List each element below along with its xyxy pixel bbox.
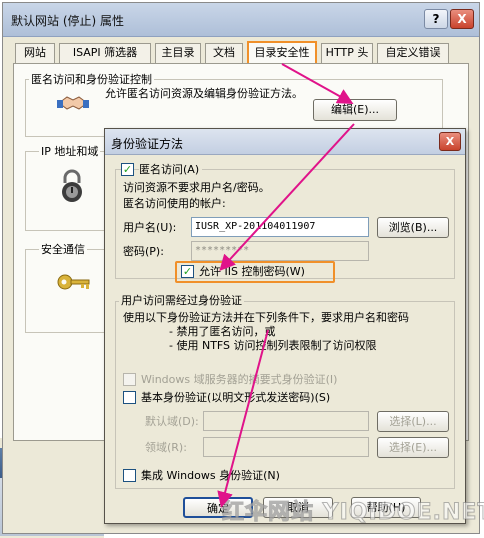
auth-description-line2: - 禁用了匿名访问，或: [169, 325, 276, 338]
password-input[interactable]: *********: [191, 241, 369, 261]
digest-auth-label: Windows 域服务器的摘要式身份验证(I): [141, 373, 338, 386]
browse-button[interactable]: 浏览(B)...: [377, 217, 449, 238]
tab-directory-security[interactable]: 目录安全性: [247, 41, 317, 65]
username-label: 用户名(U):: [123, 221, 177, 234]
properties-titlebar: 默认网站 (停止) 属性 ? X: [3, 3, 479, 37]
default-domain-label: 默认域(D):: [145, 415, 199, 428]
realm-label: 领域(R):: [145, 441, 187, 454]
auth-dialog-titlebar: 身份验证方法 X: [105, 129, 465, 155]
account-label: 匿名访问使用的帐户:: [123, 197, 226, 210]
tab-website[interactable]: 网站: [15, 43, 55, 63]
tab-http-headers[interactable]: HTTP 头: [321, 43, 373, 63]
default-domain-select-button[interactable]: 选择(L)...: [377, 411, 449, 432]
realm-select-button[interactable]: 选择(E)...: [377, 437, 449, 458]
close-icon[interactable]: X: [439, 132, 461, 151]
auth-description-line3: - 使用 NTFS 访问控制列表限制了访问权限: [169, 339, 377, 352]
realm-input[interactable]: [203, 437, 369, 457]
tab-home-directory[interactable]: 主目录: [155, 43, 201, 63]
integrated-windows-auth-label: 集成 Windows 身份验证(N): [141, 469, 280, 482]
ip-group-label: IP 地址和域: [39, 143, 101, 159]
key-icon: [57, 273, 91, 291]
anonymous-access-label: 匿名访问(A): [139, 163, 203, 177]
username-input[interactable]: IUSR_XP-201104011907: [191, 217, 369, 237]
lock-icon: [59, 169, 85, 203]
anon-note: 访问资源不要求用户名/密码。: [123, 181, 270, 194]
default-domain-input[interactable]: [203, 411, 369, 431]
tab-isapi-filters[interactable]: ISAPI 筛选器: [59, 43, 151, 63]
iis-control-password-checkbox[interactable]: ✓: [181, 265, 194, 278]
anonymous-access-checkbox[interactable]: ✓: [121, 163, 134, 176]
close-icon[interactable]: X: [450, 9, 474, 29]
help-icon[interactable]: ?: [424, 9, 448, 29]
handshake-icon: [57, 91, 89, 115]
watermark: 红伞网站 YIQIDOE.NET: [221, 500, 484, 526]
edit-button[interactable]: 编辑(E)...: [313, 99, 397, 121]
auth-dialog-title: 身份验证方法: [111, 137, 184, 151]
basic-auth-checkbox[interactable]: [123, 391, 136, 404]
digest-auth-checkbox[interactable]: [123, 373, 136, 386]
basic-auth-label: 基本身份验证(以明文形式发送密码)(S): [141, 391, 331, 404]
tab-custom-errors[interactable]: 自定义错误: [377, 43, 449, 63]
anon-auth-group-label: 匿名访问和身份验证控制: [29, 71, 154, 87]
integrated-windows-auth-checkbox[interactable]: [123, 469, 136, 482]
secure-group-label: 安全通信: [39, 241, 87, 257]
password-label: 密码(P):: [123, 245, 164, 258]
tab-documents[interactable]: 文档: [205, 43, 243, 63]
iis-control-password-label: 允许 IIS 控制密码(W): [199, 265, 305, 278]
window-title: 默认网站 (停止) 属性: [11, 14, 124, 28]
auth-description-line1: 使用以下身份验证方法并在下列条件下，要求用户名和密码: [123, 311, 409, 324]
authenticated-access-group-label: 用户访问需经过身份验证: [119, 294, 244, 308]
auth-methods-dialog: 身份验证方法 X ✓ 匿名访问(A) 访问资源不要求用户名/密码。 匿名访问使用…: [104, 128, 466, 524]
anon-auth-description: 允许匿名访问资源及编辑身份验证方法。: [105, 87, 303, 100]
